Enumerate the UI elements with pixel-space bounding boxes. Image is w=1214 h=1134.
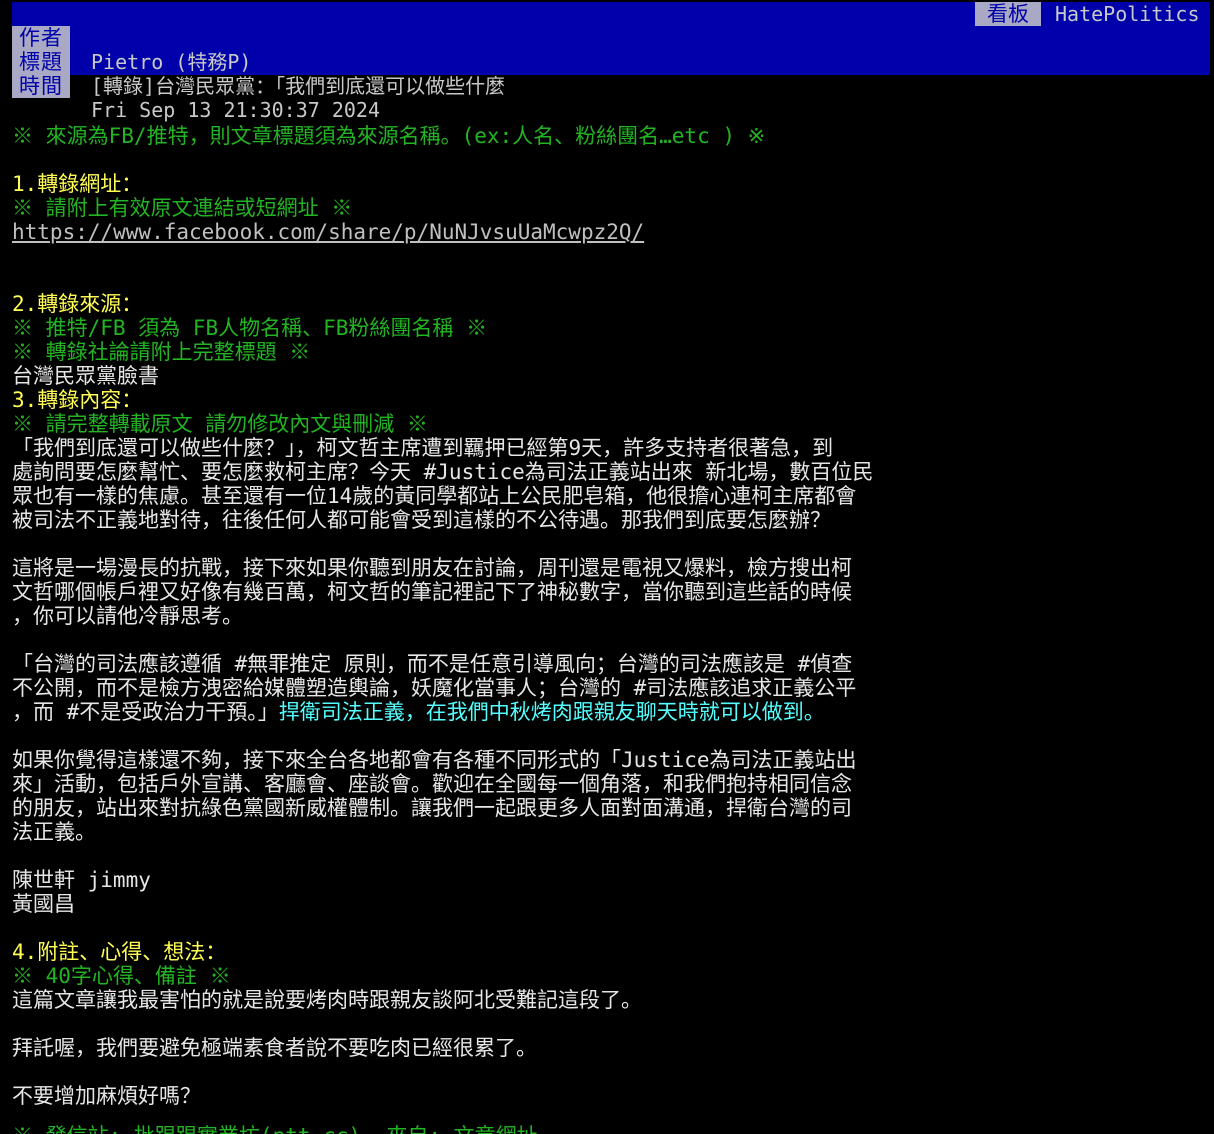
section2-source: 台灣民眾黨臉書 (12, 364, 159, 388)
section1-note: ※ 請附上有效原文連結或短網址 ※ (12, 196, 353, 220)
paragraph-line: 「台灣的司法應該遵循 #無罪推定 原則，而不是任意引導風向；台灣的司法應該是 #… (12, 652, 853, 676)
time-value: Fri Sep 13 21:30:37 2024 (91, 98, 380, 122)
section2-note2: ※ 轉錄社論請附上完整標題 ※ (12, 340, 311, 364)
signature-line: 黃國昌 (12, 892, 75, 916)
paragraph-line: ，你可以請他冷靜思考。 (12, 604, 243, 628)
paragraph-line: 眾也有一樣的焦慮。甚至還有一位14歲的黃同學都站上公民肥皂箱，他很擔心連柯主席都… (12, 484, 857, 508)
section2-note1: ※ 推特/FB 須為 FB人物名稱、FB粉絲團名稱 ※ (12, 316, 488, 340)
board-name[interactable]: HatePolitics (1055, 2, 1200, 26)
title-value: [轉錄]台灣民眾黨：「我們到底還可以做些什麼 (91, 74, 506, 98)
title-row: 標題 [轉錄]台灣民眾黨：「我們到底還可以做些什麼 (12, 26, 505, 98)
paragraph-line: 這將是一場漫長的抗戰，接下來如果你聽到朋友在討論，周刊還是電視又爆料，檢方搜出柯 (12, 556, 852, 580)
paragraph-line: 處詢問要怎麼幫忙、要怎麼救柯主席？今天 #Justice為司法正義站出來 新北場… (12, 460, 874, 484)
section3-heading: 3.轉錄內容： (12, 388, 143, 412)
paragraph-fragment: ，而 #不是受政治力干預。」 (12, 700, 279, 724)
paragraph-mixed-line: ，而 #不是受政治力干預。」捍衛司法正義，在我們中秋烤肉跟親友聊天時就可以做到。 (12, 700, 825, 724)
comment-line: 這篇文章讓我最害怕的就是說要烤肉時跟親友談阿北受難記這段了。 (12, 988, 642, 1012)
paragraph-line: 如果你覺得這樣還不夠，接下來全台各地都會有各種不同形式的「Justice為司法正… (12, 748, 857, 772)
section4-note: ※ 40字心得、備註 ※ (12, 964, 231, 988)
comment-line: 拜託喔，我們要避免極端素食者說不要吃肉已經很累了。 (12, 1036, 537, 1060)
source-url-link[interactable]: https://www.facebook.com/share/p/NuNJvsu… (12, 220, 644, 244)
paragraph-line: 文哲哪個帳戶裡又好像有幾百萬，柯文哲的筆記裡記下了神秘數字，當你聽到這些話的時候 (12, 580, 852, 604)
rule-note: ※ 來源為FB/推特，則文章標題須為來源名稱。(ex:人名、粉絲團名…etc )… (12, 124, 766, 148)
board-label: 看板 (975, 2, 1041, 26)
time-label: 時間 (12, 74, 70, 98)
comment-line: 不要增加麻煩好嗎？ (12, 1084, 201, 1108)
section4-heading: 4.附註、心得、想法： (12, 940, 227, 964)
paragraph-line: 不公開，而不是檢方洩密給媒體塑造輿論，妖魔化當事人；台灣的 #司法應該追求正義公… (12, 676, 857, 700)
paragraph-line: 來」活動，包括戶外宣講、客廳會、座談會。歡迎在全國每一個角落，和我們抱持相同信念 (12, 772, 852, 796)
section3-note: ※ 請完整轉載原文 請勿修改內文與刪減 ※ (12, 412, 428, 436)
signature-line: 陳世軒 jimmy (12, 868, 151, 892)
section1-heading: 1.轉錄網址： (12, 172, 143, 196)
author-row: 作者 Pietro (特務P) 看板 HatePolitics (12, 2, 1200, 74)
highlighted-fragment: 捍衛司法正義，在我們中秋烤肉跟親友聊天時就可以做到。 (278, 700, 825, 724)
paragraph-line: 法正義。 (12, 820, 96, 844)
paragraph-line: 「我們到底還可以做些什麼？」，柯文哲主席遭到羈押已經第9天，許多支持者很著急，到 (12, 436, 834, 460)
author-value: Pietro (特務P) (91, 50, 252, 74)
cutoff-footer-line: ※ 發信站: 批踢踢實業坊(ptt.cc), 來自: 文章網址 (12, 1124, 772, 1134)
article-header: 作者 Pietro (特務P) 看板 HatePolitics 標題 [轉錄]台… (12, 2, 1210, 122)
paragraph-line: 被司法不正義地對待，往後任何人都可能會受到這樣的不公待遇。那我們到底要怎麼辦？ (12, 508, 831, 532)
paragraph-line: 的朋友，站出來對抗綠色黨國新威權體制。讓我們一起跟更多人面對面溝通，捍衛台灣的司 (12, 796, 852, 820)
section2-heading: 2.轉錄來源： (12, 292, 143, 316)
time-row: 時間 Fri Sep 13 21:30:37 2024 (12, 50, 380, 122)
footer-text: ※ 發信站: 批踢踢實業坊(ptt.cc), 來自: 文章網址 (12, 1124, 772, 1134)
